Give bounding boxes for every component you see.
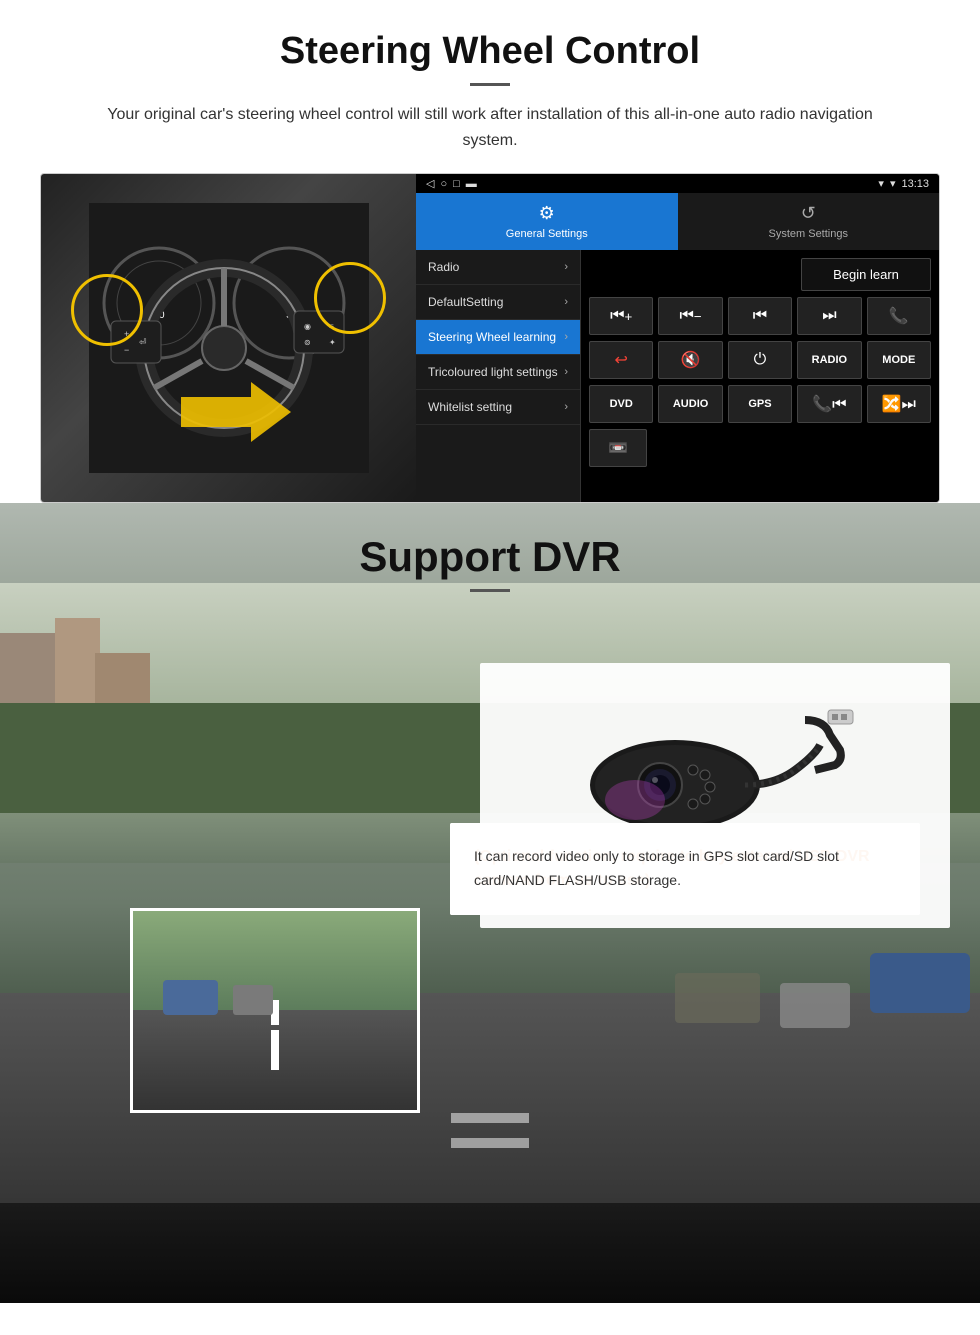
menu-defaultsetting[interactable]: DefaultSetting ›: [416, 285, 580, 320]
tab-general-label: General Settings: [506, 228, 588, 240]
ctrl-mode[interactable]: MODE: [867, 341, 931, 379]
wifi-icon: ▾: [890, 177, 896, 190]
dvr-section: Support DVR (Optional function, require …: [0, 503, 980, 1303]
svg-text:⏎: ⏎: [139, 337, 147, 347]
menu-defaultsetting-label: DefaultSetting: [428, 295, 503, 309]
dvr-description: It can record video only to storage in G…: [450, 823, 920, 915]
chevron-icon: ›: [564, 366, 568, 378]
ctrl-vol-up[interactable]: ⏮+: [589, 297, 653, 335]
control-grid-row1: ⏮+ ⏮− ⏮ ⏭ 📞: [589, 297, 931, 335]
dvr-camera-svg: [575, 690, 855, 840]
dvr-info-card: (Optional function, require to buy exter…: [480, 663, 950, 928]
android-statusbar: ◁ ○ □ ▬ ▾ ▾ 13:13: [416, 174, 939, 193]
ctrl-vol-down[interactable]: ⏮−: [658, 297, 722, 335]
ctrl-power[interactable]: ⏻: [728, 341, 792, 379]
svg-text:⊚: ⊚: [304, 338, 311, 347]
right-highlight-circle: [314, 262, 386, 334]
ctrl-dvd[interactable]: DVD: [589, 385, 653, 423]
steering-subtitle: Your original car's steering wheel contr…: [80, 102, 900, 153]
ctrl-gps[interactable]: GPS: [728, 385, 792, 423]
signal-icon: ▾: [878, 177, 884, 190]
menu-steering-wheel[interactable]: Steering Wheel learning ›: [416, 320, 580, 355]
menu-radio[interactable]: Radio ›: [416, 250, 580, 285]
ctrl-mute[interactable]: 🔇: [658, 341, 722, 379]
dvr-thumb-inner: [133, 911, 417, 1110]
dvr-divider: [470, 589, 510, 592]
road-line-1: [271, 1030, 279, 1070]
menu-tricoloured-label: Tricoloured light settings: [428, 365, 558, 379]
chevron-icon: ›: [564, 331, 568, 343]
dvr-header: Support DVR: [0, 503, 980, 602]
tab-system-settings[interactable]: ↺ System Settings: [678, 193, 940, 250]
statusbar-time: 13:13: [901, 178, 929, 190]
steering-title: Steering Wheel Control: [40, 30, 940, 73]
title-divider: [470, 83, 510, 86]
ctrl-prev-track[interactable]: ⏮: [728, 297, 792, 335]
android-ui: ◁ ○ □ ▬ ▾ ▾ 13:13 ⚙ General Settings ↺ S…: [416, 174, 939, 502]
chevron-icon: ›: [564, 401, 568, 413]
chevron-icon: ›: [564, 261, 568, 273]
steering-demo: 80 3 + − ⏎ ◉ ≡: [40, 173, 940, 503]
steering-section: Steering Wheel Control Your original car…: [0, 0, 980, 503]
ctrl-record[interactable]: 📼: [589, 429, 647, 467]
dvr-thumbnail: [130, 908, 420, 1113]
android-right-panel: Begin learn ⏮+ ⏮− ⏮ ⏭ 📞 ↩ 🔇 ⏻ RADI: [581, 250, 939, 502]
menu-radio-label: Radio: [428, 260, 459, 274]
control-grid-row3: DVD AUDIO GPS 📞⏮ 🔀⏭: [589, 385, 931, 423]
menu-tricoloured[interactable]: Tricoloured light settings ›: [416, 355, 580, 390]
menu-whitelist-label: Whitelist setting: [428, 400, 512, 414]
menu-whitelist[interactable]: Whitelist setting ›: [416, 390, 580, 425]
nav-menu: ▬: [466, 178, 477, 190]
dashboard-bottom: [0, 1203, 980, 1303]
ctrl-shuffle-next[interactable]: 🔀⏭: [867, 385, 931, 423]
ctrl-phone-prev[interactable]: 📞⏮: [797, 385, 861, 423]
nav-home: ○: [440, 178, 447, 190]
arrow-svg: [181, 382, 291, 442]
ctrl-answer-call[interactable]: 📞: [867, 297, 931, 335]
chevron-icon: ›: [564, 296, 568, 308]
control-grid-row4: 📼: [589, 429, 931, 467]
steering-photo: 80 3 + − ⏎ ◉ ≡: [41, 174, 416, 502]
system-settings-icon: ↺: [801, 203, 816, 224]
general-settings-icon: ⚙: [539, 203, 555, 224]
ctrl-end-call[interactable]: ↩: [589, 341, 653, 379]
menu-steering-label: Steering Wheel learning: [428, 330, 556, 344]
control-grid-row2: ↩ 🔇 ⏻ RADIO MODE: [589, 341, 931, 379]
dvr-camera-image: [504, 685, 926, 845]
android-menu: Radio › DefaultSetting › Steering Wheel …: [416, 250, 581, 502]
svg-text:✦: ✦: [329, 338, 336, 347]
begin-learn-button[interactable]: Begin learn: [801, 258, 931, 291]
dvr-title: Support DVR: [0, 533, 980, 581]
svg-text:◉: ◉: [304, 322, 311, 331]
tab-general-settings[interactable]: ⚙ General Settings: [416, 193, 678, 250]
nav-back: ◁: [426, 177, 434, 190]
ctrl-radio[interactable]: RADIO: [797, 341, 861, 379]
nav-square: □: [453, 178, 460, 190]
ctrl-audio[interactable]: AUDIO: [658, 385, 722, 423]
android-tabs: ⚙ General Settings ↺ System Settings: [416, 193, 939, 250]
left-highlight-circle: [71, 274, 143, 346]
ctrl-next-track[interactable]: ⏭: [797, 297, 861, 335]
android-content: Radio › DefaultSetting › Steering Wheel …: [416, 250, 939, 502]
tab-system-label: System Settings: [769, 228, 848, 240]
svg-text:−: −: [124, 345, 129, 355]
